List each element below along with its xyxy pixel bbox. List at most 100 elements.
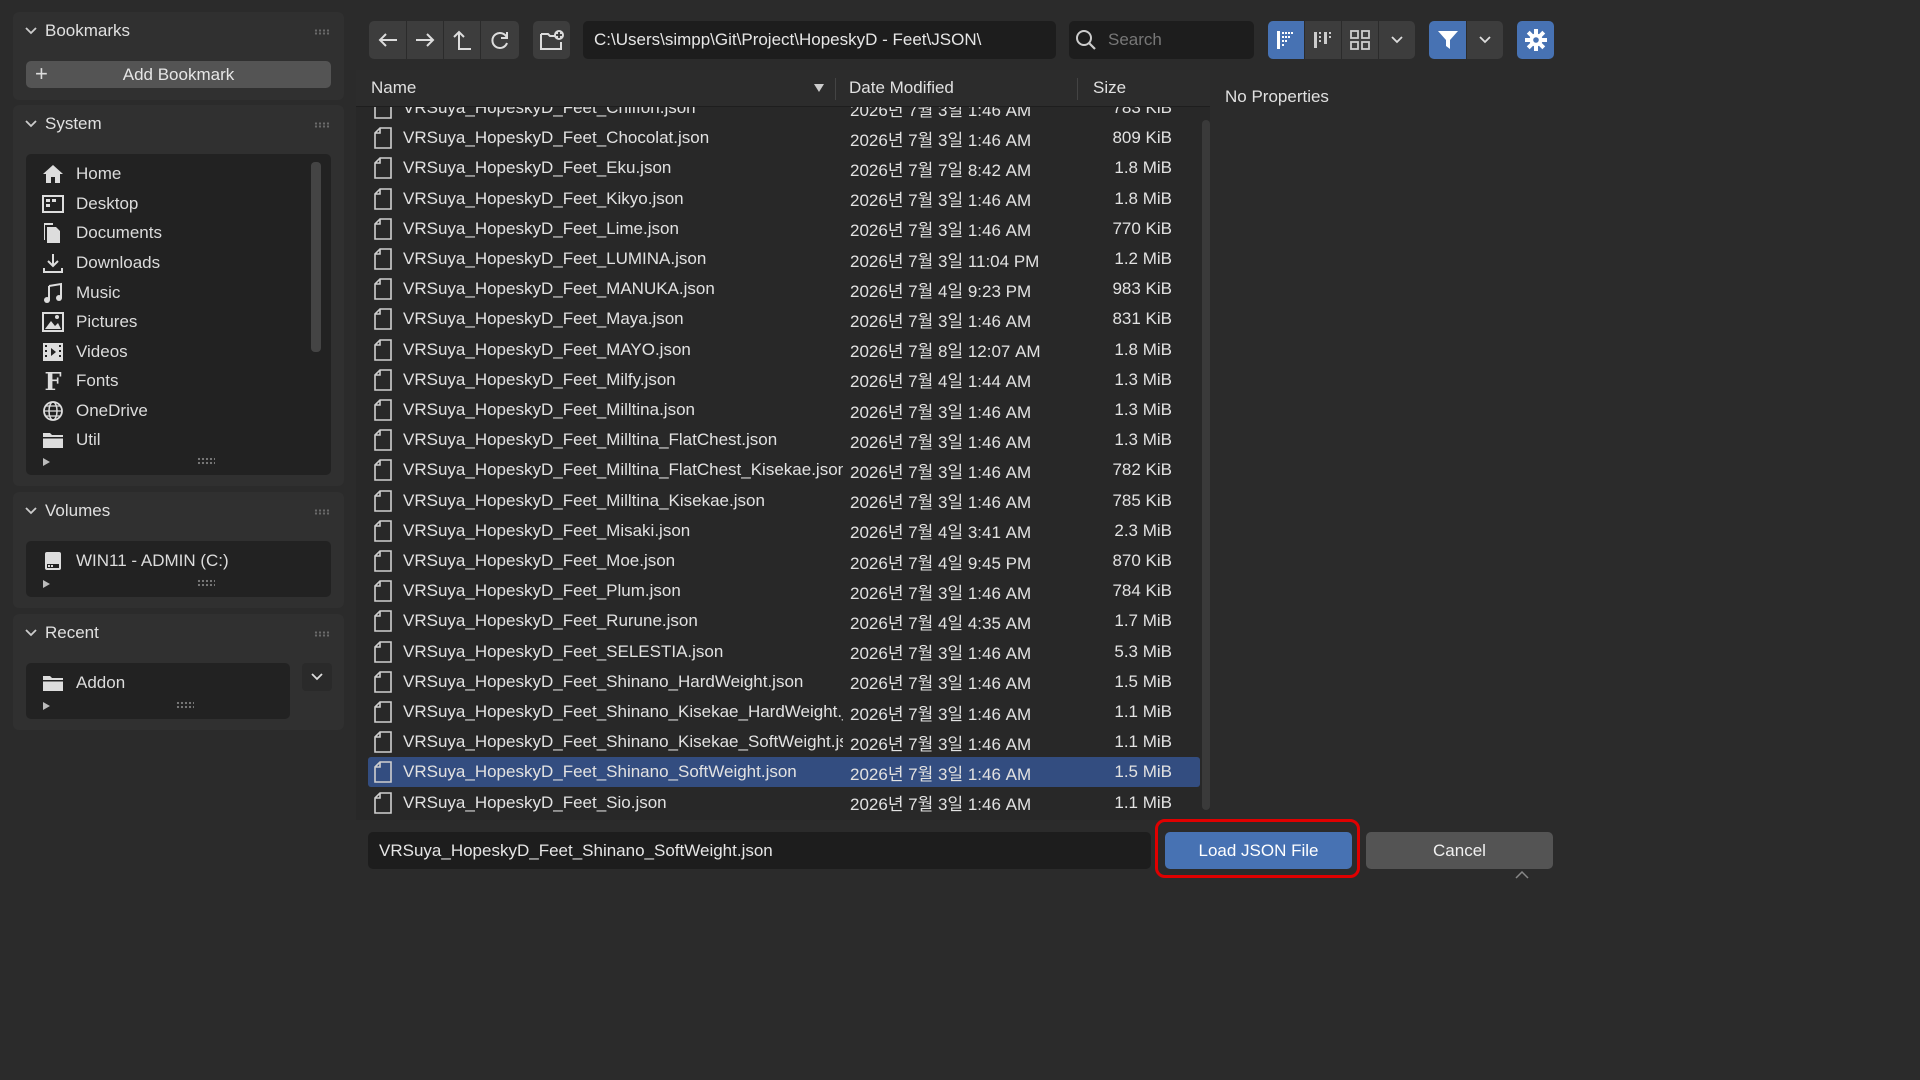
file-row[interactable]: VRSuya_HopeskyD_Feet_Shinano_HardWeight.… (368, 667, 1200, 697)
panel-drag-handle[interactable] (314, 509, 330, 515)
file-row[interactable]: VRSuya_HopeskyD_Feet_Eku.json 2026년 7월 7일… (368, 153, 1200, 183)
file-date: 2026년 7월 3일 1:46 AM (850, 107, 1032, 120)
chevron-up-icon[interactable] (1515, 871, 1529, 879)
recent-dropdown-button[interactable] (302, 663, 332, 691)
file-row[interactable]: VRSuya_HopeskyD_Feet_Kikyo.json 2026년 7월 … (368, 184, 1200, 214)
file-icon (374, 761, 392, 784)
sidebar-item-music[interactable]: Music (41, 278, 120, 308)
sidebar-item-label: Documents (76, 223, 162, 242)
file-date: 2026년 7월 3일 1:46 AM (850, 462, 1032, 482)
file-list-scrollbar[interactable] (1202, 120, 1210, 810)
column-divider[interactable] (835, 78, 836, 100)
refresh-button[interactable] (481, 21, 519, 59)
sort-descending-icon[interactable] (813, 83, 825, 93)
volumes-header[interactable]: Volumes (13, 492, 344, 530)
panel-drag-handle[interactable] (314, 122, 330, 128)
file-row[interactable]: VRSuya_HopeskyD_Feet_LUMINA.json 2026년 7월… (368, 244, 1200, 274)
back-button[interactable] (369, 21, 406, 59)
expand-triangle-icon[interactable] (43, 702, 50, 710)
add-bookmark-button[interactable]: + Add Bookmark (26, 61, 331, 88)
file-row-selected[interactable]: VRSuya_HopeskyD_Feet_Shinano_SoftWeight.… (368, 757, 1200, 788)
file-row[interactable]: VRSuya_HopeskyD_Feet_Chiffon.json 2026년 7… (368, 107, 1200, 123)
file-row[interactable]: VRSuya_HopeskyD_Feet_Milltina_FlatChest.… (368, 425, 1200, 455)
arrow-left-icon (378, 33, 397, 47)
desktop-icon (41, 192, 65, 216)
resize-handle[interactable] (197, 457, 215, 465)
bookmarks-title: Bookmarks (45, 21, 131, 40)
column-header-name[interactable]: Name (371, 78, 416, 98)
parent-directory-button[interactable] (444, 21, 480, 59)
file-name: VRSuya_HopeskyD_Feet_Milltina_FlatChest_… (403, 460, 843, 480)
sidebar-item-addon[interactable]: Addon (41, 668, 125, 698)
file-row[interactable]: VRSuya_HopeskyD_Feet_SELESTIA.json 2026년 … (368, 637, 1200, 667)
sidebar-item-util[interactable]: Util (41, 425, 101, 455)
column-divider[interactable] (1077, 78, 1078, 100)
expand-triangle-icon[interactable] (43, 580, 50, 588)
file-row[interactable]: VRSuya_HopeskyD_Feet_Milltina.json 2026년 … (368, 395, 1200, 425)
globe-icon (41, 399, 65, 423)
sidebar-item-drive-c[interactable]: WIN11 - ADMIN (C:) (41, 546, 229, 576)
system-header[interactable]: System (13, 105, 344, 143)
file-row[interactable]: VRSuya_HopeskyD_Feet_Milltina_Kisekae.js… (368, 486, 1200, 516)
file-row[interactable]: VRSuya_HopeskyD_Feet_MAYO.json 2026년 7월 8… (368, 335, 1200, 365)
view-vertical-list-button[interactable] (1268, 21, 1304, 59)
load-button-label: Load JSON File (1198, 840, 1319, 860)
file-date: 2026년 7월 3일 1:46 AM (850, 644, 1032, 664)
filename-input[interactable]: VRSuya_HopeskyD_Feet_Shinano_SoftWeight.… (368, 832, 1151, 869)
file-row[interactable]: VRSuya_HopeskyD_Feet_Shinano_Kisekae_Sof… (368, 727, 1200, 757)
sidebar-item-fonts[interactable]: F Fonts (41, 366, 118, 396)
settings-button[interactable] (1517, 21, 1554, 59)
file-size: 1.3 MiB (1114, 369, 1172, 389)
new-folder-button[interactable] (533, 21, 570, 59)
file-row[interactable]: VRSuya_HopeskyD_Feet_Rurune.json 2026년 7월… (368, 606, 1200, 636)
view-options-dropdown[interactable] (1379, 21, 1415, 59)
resize-handle[interactable] (197, 579, 215, 587)
file-name: VRSuya_HopeskyD_Feet_Shinano_Kisekae_Sof… (403, 732, 843, 752)
path-input[interactable]: C:\Users\simpp\Git\Project\HopeskyD - Fe… (583, 21, 1056, 59)
sidebar-item-documents[interactable]: Documents (41, 218, 162, 248)
file-row[interactable]: VRSuya_HopeskyD_Feet_Misaki.json 2026년 7월… (368, 516, 1200, 546)
column-header-date[interactable]: Date Modified (849, 78, 954, 98)
file-icon (374, 308, 392, 331)
sidebar-item-pictures[interactable]: Pictures (41, 307, 137, 337)
folder-icon (41, 671, 65, 695)
file-row[interactable]: VRSuya_HopeskyD_Feet_Sio.json 2026년 7월 3일… (368, 788, 1200, 818)
sidebar-item-downloads[interactable]: Downloads (41, 248, 160, 278)
recent-header[interactable]: Recent (13, 614, 344, 652)
file-row[interactable]: VRSuya_HopeskyD_Feet_Lime.json 2026년 7월 3… (368, 214, 1200, 244)
search-icon (1076, 30, 1096, 50)
expand-triangle-icon[interactable] (43, 458, 50, 466)
view-thumbnails-button[interactable] (1342, 21, 1378, 59)
path-value: C:\Users\simpp\Git\Project\HopeskyD - Fe… (594, 30, 982, 49)
file-row[interactable]: VRSuya_HopeskyD_Feet_Plum.json 2026년 7월 3… (368, 576, 1200, 606)
scrollbar[interactable] (311, 162, 321, 352)
file-row[interactable]: VRSuya_HopeskyD_Feet_MANUKA.json 2026년 7월… (368, 274, 1200, 304)
sidebar-item-videos[interactable]: Videos (41, 337, 128, 367)
search-input[interactable]: Search (1069, 21, 1254, 59)
sidebar-item-onedrive[interactable]: OneDrive (41, 396, 148, 426)
resize-handle[interactable] (176, 701, 194, 709)
filter-toggle-button[interactable] (1429, 21, 1466, 59)
forward-button[interactable] (407, 21, 443, 59)
cancel-button[interactable]: Cancel (1366, 832, 1553, 869)
column-header-bar (356, 70, 1210, 107)
sidebar-item-desktop[interactable]: Desktop (41, 189, 138, 219)
file-row[interactable]: VRSuya_HopeskyD_Feet_Milfy.json 2026년 7월 … (368, 365, 1200, 395)
file-row[interactable]: VRSuya_HopeskyD_Feet_Milltina_FlatChest_… (368, 455, 1200, 485)
file-row[interactable]: VRSuya_HopeskyD_Feet_Chocolat.json 2026년 … (368, 123, 1200, 153)
column-header-size[interactable]: Size (1093, 78, 1126, 98)
view-horizontal-list-button[interactable] (1305, 21, 1341, 59)
file-name: VRSuya_HopeskyD_Feet_Sio.json (403, 792, 667, 812)
panel-drag-handle[interactable] (314, 29, 330, 35)
panel-drag-handle[interactable] (314, 631, 330, 637)
sidebar-item-home[interactable]: Home (41, 159, 121, 189)
file-row[interactable]: VRSuya_HopeskyD_Feet_Shinano_Kisekae_Har… (368, 697, 1200, 727)
file-row[interactable]: VRSuya_HopeskyD_Feet_Maya.json 2026년 7월 3… (368, 304, 1200, 334)
file-name: VRSuya_HopeskyD_Feet_Chocolat.json (403, 128, 710, 148)
file-row[interactable]: VRSuya_HopeskyD_Feet_Moe.json 2026년 7월 4일… (368, 546, 1200, 576)
file-date: 2026년 7월 4일 9:23 PM (850, 281, 1032, 301)
filter-options-dropdown[interactable] (1467, 21, 1503, 59)
bookmarks-header[interactable]: Bookmarks (13, 12, 344, 50)
load-json-file-button[interactable]: Load JSON File (1165, 832, 1352, 869)
sidebar-item-label: Desktop (76, 194, 139, 213)
